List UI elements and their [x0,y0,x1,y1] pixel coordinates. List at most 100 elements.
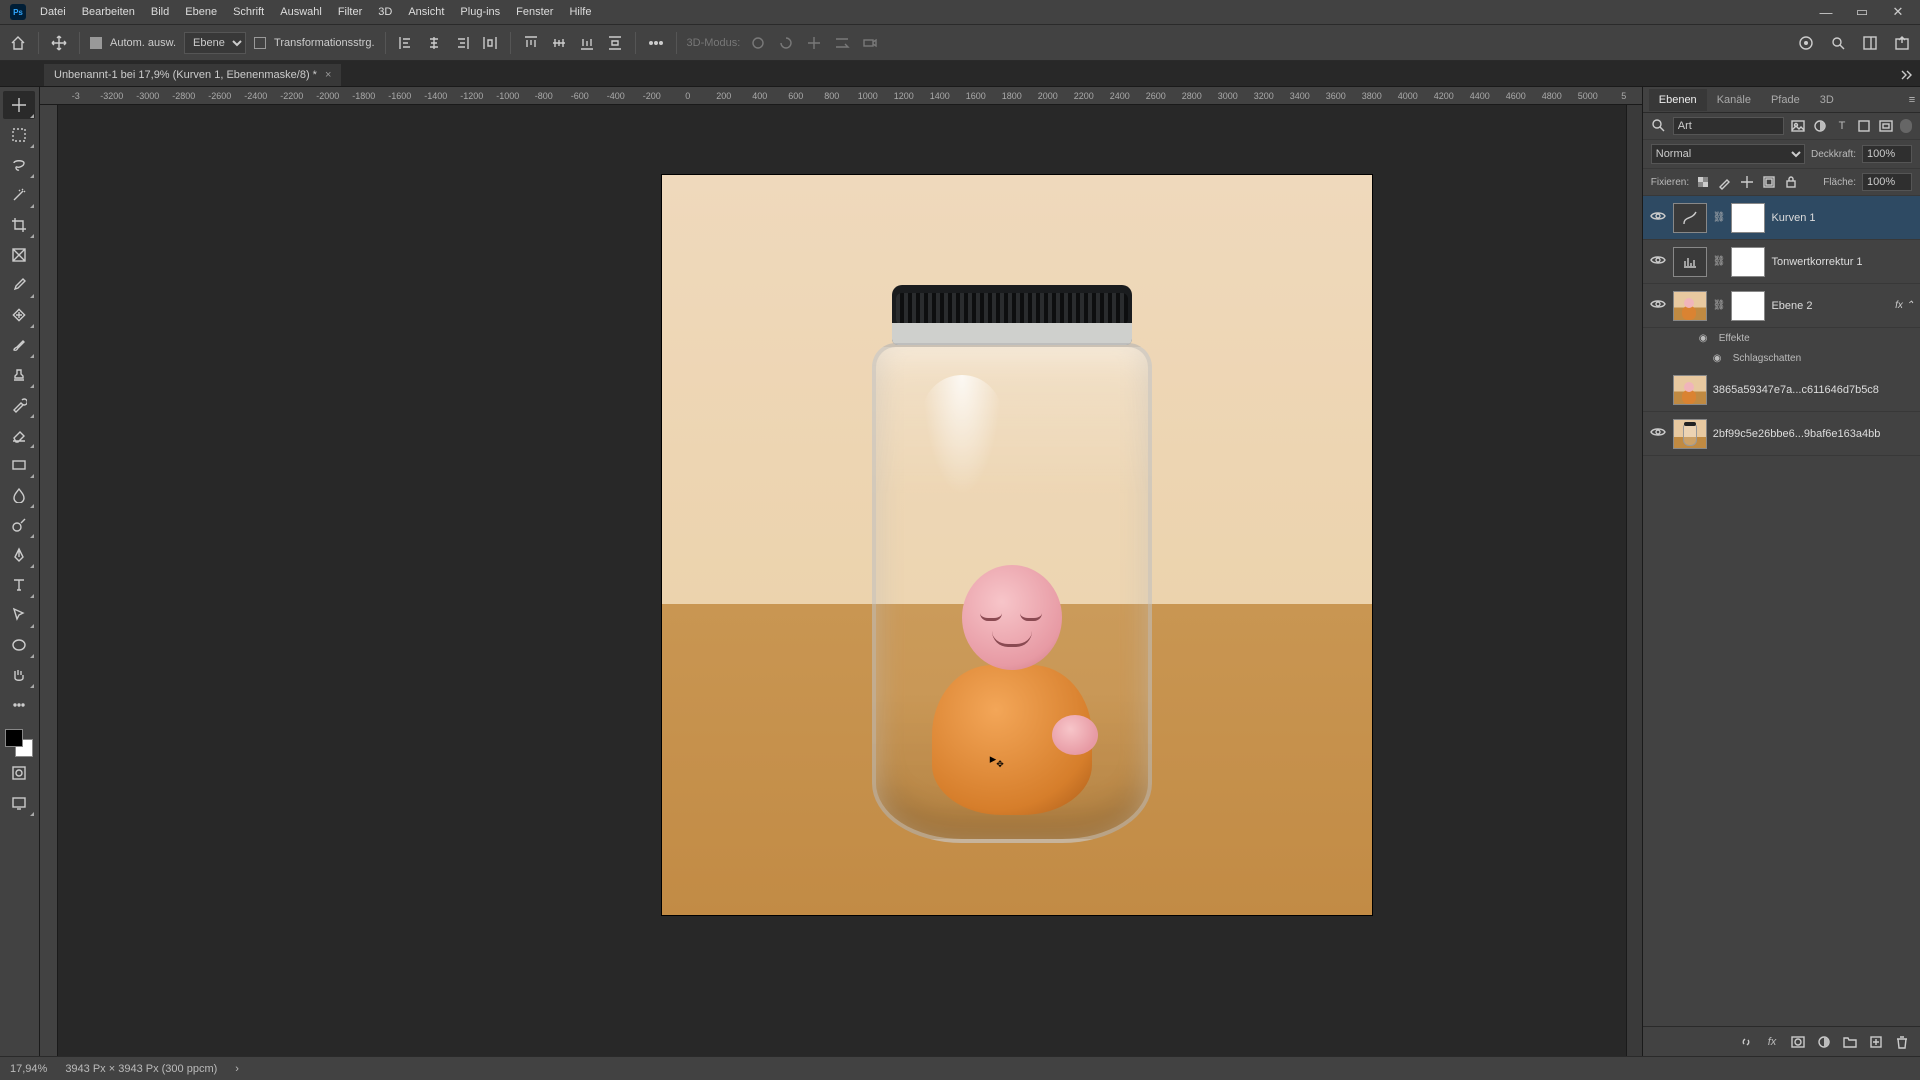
fx-visibility[interactable]: ◉ [1713,353,1727,364]
pen-tool[interactable] [3,541,35,569]
align-center-v-icon[interactable] [549,33,569,53]
layer-row[interactable]: ⛓Kurven 1 [1643,196,1920,240]
menu-datei[interactable]: Datei [32,2,74,22]
opacity-input[interactable] [1862,145,1912,163]
filter-image-icon[interactable] [1790,118,1806,134]
dodge-tool[interactable] [3,511,35,539]
type-tool[interactable] [3,571,35,599]
align-left-icon[interactable] [396,33,416,53]
fx-indicator[interactable]: fx ⌃ [1895,300,1914,311]
layer-visibility-toggle[interactable] [1649,252,1667,271]
marquee-tool[interactable] [3,121,35,149]
layer-row[interactable]: ⛓ Ebene 2 fx ⌃ [1643,284,1920,328]
healing-tool[interactable] [3,301,35,329]
menu-filter[interactable]: Filter [330,2,370,22]
align-top-icon[interactable] [521,33,541,53]
more-align-icon[interactable] [646,33,666,53]
blend-mode-select[interactable]: Normal [1651,144,1805,164]
layer-link-icon[interactable]: ⛓ [1713,256,1726,267]
menu-plug-ins[interactable]: Plug-ins [452,2,508,22]
filter-shape-icon[interactable] [1856,118,1872,134]
layer-name[interactable]: 3865a59347e7a...c611646d7b5c8 [1713,384,1914,396]
move-tool[interactable] [3,91,35,119]
hand-tool[interactable] [3,661,35,689]
menu-auswahl[interactable]: Auswahl [272,2,330,22]
layer-row[interactable]: ⛓ Tonwertkorrektur 1 [1643,240,1920,284]
filter-adjust-icon[interactable] [1812,118,1828,134]
tab-3d[interactable]: 3D [1810,89,1844,111]
fx-visibility[interactable]: ◉ [1699,333,1713,344]
align-center-h-icon[interactable] [424,33,444,53]
distribute-h-icon[interactable] [480,33,500,53]
path-select-tool[interactable] [3,601,35,629]
auto-select-target[interactable]: Ebene [184,32,246,54]
filter-smart-icon[interactable] [1878,118,1894,134]
menu-3d[interactable]: 3D [370,2,400,22]
status-chevron[interactable]: › [235,1063,239,1075]
document-tab-close[interactable]: × [325,69,331,81]
fx-dropshadow-line[interactable]: ◉Schlagschatten [1643,348,1920,368]
layer-thumb[interactable] [1673,375,1707,405]
brush-tool[interactable] [3,331,35,359]
distribute-v-icon[interactable] [605,33,625,53]
layer-thumb[interactable] [1673,419,1707,449]
align-bottom-icon[interactable] [577,33,597,53]
frame-tool[interactable] [3,241,35,269]
window-maximize[interactable]: ▭ [1844,0,1880,25]
layer-row[interactable]: 2bf99c5e26bbe6...9baf6e163a4bb [1643,412,1920,456]
status-docinfo[interactable]: 3943 Px × 3943 Px (300 ppcm) [65,1063,217,1075]
wand-tool[interactable] [3,181,35,209]
color-swatch[interactable] [5,729,33,757]
layer-link-icon[interactable]: ⛓ [1713,300,1726,311]
lock-pixels-icon[interactable] [1695,174,1711,190]
layer-filter-input[interactable] [1673,117,1784,135]
eraser-tool[interactable] [3,421,35,449]
lasso-tool[interactable] [3,151,35,179]
document-canvas[interactable]: ▸✥ [662,175,1372,915]
panel-menu-icon[interactable]: ≡ [1904,92,1920,108]
share-icon[interactable] [1892,33,1912,53]
layer-visibility-toggle[interactable] [1649,424,1667,443]
delete-layer-icon[interactable] [1894,1034,1910,1050]
new-layer-icon[interactable] [1868,1034,1884,1050]
lock-all-icon[interactable] [1783,174,1799,190]
vertical-scrollbar[interactable] [1626,105,1642,1056]
menu-schrift[interactable]: Schrift [225,2,272,22]
layer-name[interactable]: 2bf99c5e26bbe6...9baf6e163a4bb [1713,428,1914,440]
layer-name[interactable]: Kurven 1 [1771,212,1914,224]
layer-name[interactable]: Tonwertkorrektur 1 [1771,256,1914,268]
filter-type-icon[interactable]: T [1834,118,1850,134]
window-close[interactable]: ✕ [1880,0,1916,25]
lock-paint-icon[interactable] [1717,174,1733,190]
lock-artboard-icon[interactable] [1761,174,1777,190]
fill-input[interactable] [1862,173,1912,191]
more-tools[interactable] [3,691,35,719]
mask-thumb[interactable] [1731,247,1765,277]
tab-paths[interactable]: Pfade [1761,89,1810,111]
transform-controls-checkbox[interactable] [254,37,266,49]
layer-name[interactable]: Ebene 2 [1771,300,1889,312]
menu-ebene[interactable]: Ebene [177,2,225,22]
group-icon[interactable] [1842,1034,1858,1050]
cloud-docs-icon[interactable] [1796,33,1816,53]
stamp-tool[interactable] [3,361,35,389]
link-layers-icon[interactable] [1738,1034,1754,1050]
menu-bild[interactable]: Bild [143,2,177,22]
layer-style-icon[interactable]: fx [1764,1034,1780,1050]
gradient-tool[interactable] [3,451,35,479]
eyedropper-tool[interactable] [3,271,35,299]
mask-thumb[interactable] [1731,291,1765,321]
layer-thumb[interactable] [1673,291,1707,321]
workspace-icon[interactable] [1860,33,1880,53]
filter-toggle[interactable] [1900,119,1912,133]
history-brush-tool[interactable] [3,391,35,419]
home-icon[interactable] [8,33,28,53]
shape-tool[interactable] [3,631,35,659]
window-minimize[interactable]: — [1808,0,1844,25]
tab-channels[interactable]: Kanäle [1707,89,1761,111]
auto-select-checkbox[interactable] [90,37,102,49]
canvas-area[interactable]: ▸✥ [58,105,1626,1056]
blur-tool[interactable] [3,481,35,509]
menu-ansicht[interactable]: Ansicht [400,2,452,22]
document-tab[interactable]: Unbenannt-1 bei 17,9% (Kurven 1, Ebenenm… [44,64,341,86]
